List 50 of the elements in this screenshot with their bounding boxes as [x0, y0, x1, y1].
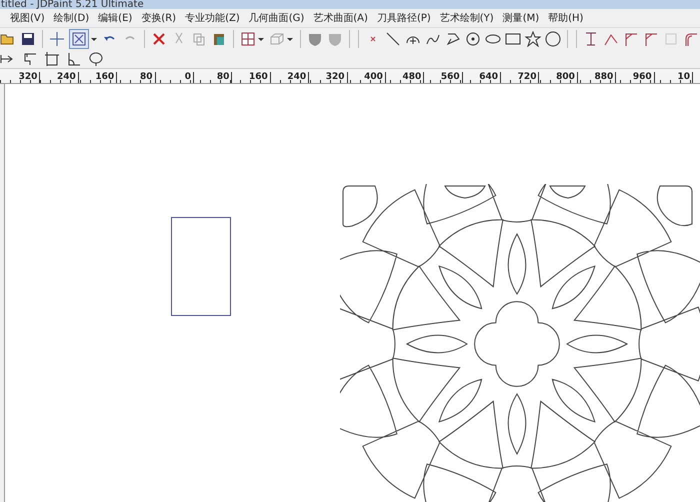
- ruler-label: 320: [2, 72, 40, 83]
- rectangle-icon[interactable]: [505, 31, 521, 47]
- ruler-label: 800: [539, 72, 578, 83]
- delete-icon[interactable]: [151, 31, 167, 47]
- menu-item[interactable]: 艺术绘制(Y): [440, 11, 494, 25]
- ruler-label: 80: [117, 72, 156, 83]
- ruler-label: 320: [309, 72, 348, 83]
- step-icon[interactable]: [22, 51, 38, 67]
- frame-icon[interactable]: [44, 51, 60, 67]
- ruler-label: 400: [348, 72, 386, 83]
- ruler-label: 480: [386, 72, 424, 83]
- menu-item[interactable]: 测量(M): [502, 11, 540, 25]
- save-icon[interactable]: [20, 31, 36, 47]
- corner-icon[interactable]: [623, 31, 639, 47]
- grid-icon[interactable]: [240, 31, 256, 47]
- circle-center-icon[interactable]: [465, 31, 481, 47]
- fillet-icon[interactable]: [683, 31, 699, 47]
- line-icon[interactable]: [385, 31, 401, 47]
- paste-icon[interactable]: [211, 31, 227, 47]
- ruler-label: 80: [194, 72, 232, 83]
- ruler-label: 160: [232, 72, 271, 83]
- ruler-label: 0: [156, 72, 194, 83]
- star-icon[interactable]: [525, 31, 541, 47]
- menu-item[interactable]: 视图(V): [10, 11, 45, 25]
- menu-item[interactable]: 刀具路径(P): [376, 11, 431, 25]
- crosshair-icon[interactable]: [49, 31, 65, 47]
- menu-item[interactable]: 专业功能(Z): [185, 11, 240, 25]
- ell-icon[interactable]: [66, 51, 82, 67]
- ruler-label: 10: [654, 72, 694, 83]
- menu-item[interactable]: 帮助(H): [548, 11, 584, 25]
- ruler-label: 720: [501, 72, 540, 83]
- ruler-label: 240: [40, 72, 79, 83]
- ruler-label: 880: [578, 72, 616, 83]
- ruler-label: 160: [78, 72, 118, 83]
- menu-item[interactable]: 艺术曲面(A): [313, 11, 368, 25]
- trim-icon[interactable]: [583, 31, 599, 47]
- polyline-icon[interactable]: [445, 31, 461, 47]
- ruler-label: 960: [616, 72, 655, 83]
- circle-icon[interactable]: [545, 31, 561, 47]
- menu-item[interactable]: 编辑(E): [98, 11, 132, 25]
- balloon-icon[interactable]: [88, 51, 104, 67]
- box-select-button[interactable]: [69, 29, 89, 49]
- menu-item[interactable]: 几何曲面(G): [248, 11, 304, 25]
- menu-item[interactable]: 绘制(D): [54, 11, 90, 25]
- shield-icon[interactable]: [307, 31, 323, 47]
- corner-icon[interactable]: [643, 31, 659, 47]
- ruler-label: 240: [270, 72, 310, 83]
- ruler-label: 640: [462, 72, 502, 83]
- menu-item[interactable]: 变换(R): [141, 11, 176, 25]
- ruler-label: 560: [424, 72, 463, 83]
